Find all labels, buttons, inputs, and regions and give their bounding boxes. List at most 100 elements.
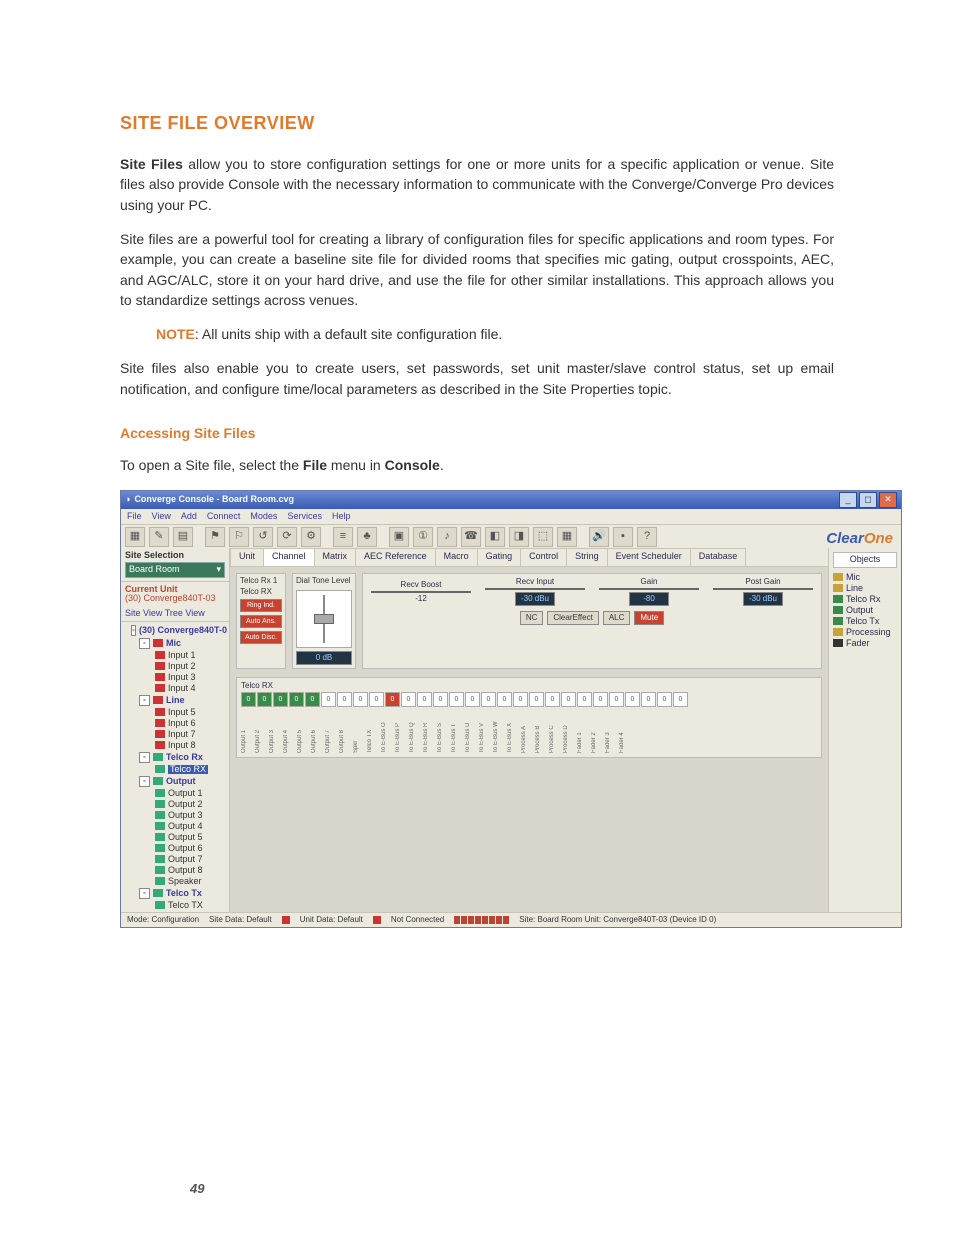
menu-view[interactable]: View <box>152 512 171 521</box>
menu-connect[interactable]: Connect <box>207 512 241 521</box>
tree-item[interactable]: Input 5 <box>125 707 227 718</box>
toolbar-icon[interactable]: ⟳ <box>277 527 297 547</box>
matrix-cell[interactable]: 0 <box>481 692 496 707</box>
matrix-cell[interactable]: 0 <box>273 692 288 707</box>
tree-root[interactable]: -(30) Converge840T-0 <box>125 624 227 637</box>
matrix-cell[interactable]: 0 <box>513 692 528 707</box>
tree-item[interactable]: Output 1 <box>125 788 227 799</box>
matrix-cell[interactable]: 0 <box>449 692 464 707</box>
toolbar-icon[interactable]: ☎ <box>461 527 481 547</box>
objects-tab[interactable]: Objects <box>833 552 897 568</box>
tree-cat-mic[interactable]: -Mic <box>125 637 227 650</box>
tree-cat-line[interactable]: -Line <box>125 694 227 707</box>
matrix-cell[interactable]: 0 <box>657 692 672 707</box>
matrix-cell[interactable]: 0 <box>257 692 272 707</box>
site-selection-dropdown[interactable]: Board Room▾ <box>125 562 225 578</box>
tree-item[interactable]: Output 4 <box>125 821 227 832</box>
tab-unit[interactable]: Unit <box>230 548 264 566</box>
matrix-cell[interactable]: 0 <box>673 692 688 707</box>
tree-item[interactable]: Output 6 <box>125 843 227 854</box>
tree-item[interactable]: Input 4 <box>125 683 227 694</box>
matrix-cell[interactable]: 0 <box>561 692 576 707</box>
matrix-cell[interactable]: 0 <box>577 692 592 707</box>
tree-item[interactable]: Output 7 <box>125 854 227 865</box>
matrix-cell[interactable]: 0 <box>241 692 256 707</box>
menu-modes[interactable]: Modes <box>250 512 277 521</box>
objects-item[interactable]: Processing <box>833 627 897 638</box>
tab-channel[interactable]: Channel <box>263 548 315 566</box>
tab-macro[interactable]: Macro <box>435 548 478 566</box>
menu-add[interactable]: Add <box>181 512 197 521</box>
ring-ind-button[interactable]: Ring Ind. <box>240 599 282 612</box>
matrix-cell[interactable]: 0 <box>609 692 624 707</box>
tree-item[interactable]: Input 3 <box>125 672 227 683</box>
help-icon[interactable]: ? <box>637 527 657 547</box>
fader[interactable] <box>296 590 352 648</box>
matrix-cell[interactable]: 0 <box>321 692 336 707</box>
matrix-cell[interactable]: 0 <box>385 692 400 707</box>
cleareffect-button[interactable]: ClearEffect <box>547 611 598 625</box>
matrix-cell[interactable]: 0 <box>593 692 608 707</box>
tree-cat-telco-tx[interactable]: -Telco Tx <box>125 887 227 900</box>
tree-item[interactable]: Speaker <box>125 876 227 887</box>
matrix-cell[interactable]: 0 <box>369 692 384 707</box>
toolbar-icon[interactable]: ◨ <box>509 527 529 547</box>
objects-item[interactable]: Telco Rx <box>833 594 897 605</box>
toolbar-icon[interactable]: ▪ <box>613 527 633 547</box>
tree-item[interactable]: Input 6 <box>125 718 227 729</box>
matrix-cell[interactable]: 0 <box>433 692 448 707</box>
matrix-cell[interactable]: 0 <box>289 692 304 707</box>
tree-item[interactable]: Telco RX <box>125 764 227 775</box>
tree-item[interactable]: Input 7 <box>125 729 227 740</box>
tree-item[interactable]: Output 5 <box>125 832 227 843</box>
tab-string[interactable]: String <box>566 548 608 566</box>
objects-item[interactable]: Line <box>833 583 897 594</box>
toolbar-icon[interactable]: ↺ <box>253 527 273 547</box>
close-button[interactable]: ✕ <box>879 492 897 508</box>
toolbar-icon[interactable]: ♣ <box>357 527 377 547</box>
toolbar-icon[interactable]: ✎ <box>149 527 169 547</box>
toolbar-icon[interactable]: ① <box>413 527 433 547</box>
toolbar-icon[interactable]: ♪ <box>437 527 457 547</box>
site-view-toggle[interactable]: Site View Tree View <box>121 606 229 621</box>
maximize-button[interactable]: ◻ <box>859 492 877 508</box>
tree-item[interactable]: Output 8 <box>125 865 227 876</box>
tree-item[interactable]: Output 3 <box>125 810 227 821</box>
objects-item[interactable]: Telco Tx <box>833 616 897 627</box>
matrix-cell[interactable]: 0 <box>401 692 416 707</box>
objects-item[interactable]: Fader <box>833 638 897 649</box>
matrix-cell[interactable]: 0 <box>529 692 544 707</box>
matrix-cell[interactable]: 0 <box>337 692 352 707</box>
tree-cat-output[interactable]: -Output <box>125 775 227 788</box>
tree-item[interactable]: Telco TX <box>125 900 227 911</box>
alc-button[interactable]: ALC <box>603 611 631 625</box>
menu-file[interactable]: File <box>127 512 142 521</box>
objects-item[interactable]: Output <box>833 605 897 616</box>
objects-item[interactable]: Mic <box>833 572 897 583</box>
tab-aec-reference[interactable]: AEC Reference <box>355 548 436 566</box>
toolbar-icon[interactable]: ⚙ <box>301 527 321 547</box>
toolbar-icon[interactable]: ▦ <box>125 527 145 547</box>
toolbar-icon[interactable]: ▣ <box>389 527 409 547</box>
tree-cat-telco-rx[interactable]: -Telco Rx <box>125 751 227 764</box>
mute-button[interactable]: Mute <box>634 611 664 625</box>
toolbar-icon[interactable]: ⚑ <box>205 527 225 547</box>
toolbar-icon[interactable]: ◧ <box>485 527 505 547</box>
menu-help[interactable]: Help <box>332 512 351 521</box>
tree-item[interactable]: Input 2 <box>125 661 227 672</box>
matrix-cell[interactable]: 0 <box>353 692 368 707</box>
tab-control[interactable]: Control <box>520 548 567 566</box>
auto-disc-button[interactable]: Auto Disc. <box>240 631 282 644</box>
toolbar-icon[interactable]: 🔊 <box>589 527 609 547</box>
matrix-cell[interactable]: 0 <box>465 692 480 707</box>
matrix-cell[interactable]: 0 <box>545 692 560 707</box>
matrix-cell[interactable]: 0 <box>497 692 512 707</box>
minimize-button[interactable]: _ <box>839 492 857 508</box>
tab-event-scheduler[interactable]: Event Scheduler <box>607 548 691 566</box>
toolbar-icon[interactable]: ≡ <box>333 527 353 547</box>
auto-ans-button[interactable]: Auto Ans. <box>240 615 282 628</box>
tree-item[interactable]: Output 2 <box>125 799 227 810</box>
matrix-cell[interactable]: 0 <box>305 692 320 707</box>
device-tree[interactable]: -(30) Converge840T-0-MicInput 1Input 2In… <box>121 621 229 913</box>
matrix-cell[interactable]: 0 <box>641 692 656 707</box>
